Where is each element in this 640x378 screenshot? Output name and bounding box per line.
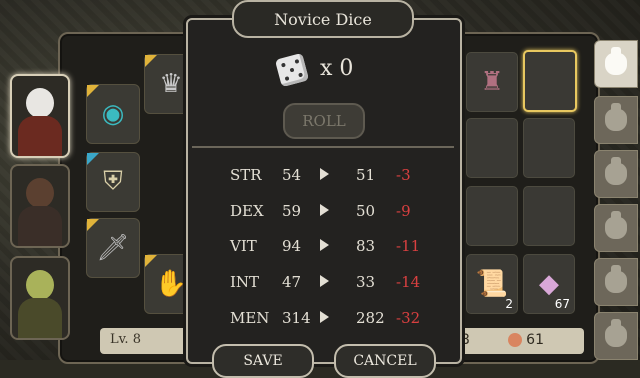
- crown-icon: ♛: [159, 69, 183, 99]
- arrow-right-icon: [320, 168, 329, 180]
- inventory-slot[interactable]: ♜: [466, 52, 518, 112]
- rarity-marker: [145, 55, 157, 67]
- arrow-right-icon: [320, 311, 329, 323]
- rarity-marker: [87, 219, 99, 231]
- stat-row-vit: VIT 94 83 -11: [200, 233, 450, 259]
- stat-old-value: 59: [282, 202, 302, 220]
- stat-diff: -32: [396, 309, 421, 327]
- inventory-slot[interactable]: [466, 118, 518, 178]
- bag-icon: [605, 211, 627, 239]
- bag-icon: [605, 47, 627, 75]
- hero-hair-icon: [26, 88, 54, 118]
- inventory-slot-selected[interactable]: [523, 50, 577, 112]
- hero-hair-icon: [26, 178, 54, 208]
- tab-bag-3[interactable]: [594, 150, 638, 198]
- stat-name: STR: [230, 166, 262, 184]
- coin-icon: [508, 333, 523, 347]
- stat-row-str: STR 54 51 -3: [200, 162, 450, 188]
- stat-name: VIT: [230, 237, 257, 255]
- stat-diff: -9: [396, 202, 411, 220]
- scroll-icon: 📜: [475, 269, 509, 299]
- stat-new-value: 282: [356, 309, 385, 327]
- arrow-right-icon: [320, 204, 329, 216]
- rarity-marker: [87, 85, 99, 97]
- inventory-slot-crystal[interactable]: ◆ 67: [523, 254, 575, 314]
- dice-count: x 0: [320, 56, 354, 81]
- stat-diff: -14: [396, 273, 421, 291]
- divider: [192, 146, 454, 148]
- dialog-title-bar: Novice Dice: [232, 0, 414, 38]
- character-portrait-1[interactable]: [10, 74, 70, 158]
- stat-name: DEX: [230, 202, 264, 220]
- stat-row-dex: DEX 59 50 -9: [200, 198, 450, 224]
- stat-name: INT: [230, 273, 260, 291]
- stat-new-value: 83: [356, 237, 376, 255]
- stat-old-value: 54: [282, 166, 302, 184]
- bag-icon: [605, 103, 627, 131]
- character-level: Lv. 8: [110, 332, 141, 347]
- equip-slot-weapon[interactable]: 🗡: [86, 218, 140, 278]
- stat-old-value: 314: [282, 309, 311, 327]
- currency-b: 61: [526, 332, 544, 348]
- sword-icon: 🗡: [96, 233, 130, 263]
- rarity-marker: [145, 255, 157, 267]
- arrow-right-icon: [320, 239, 329, 251]
- glove-icon: ✋: [154, 269, 188, 299]
- tab-bag-4[interactable]: [594, 204, 638, 252]
- crystal-icon: ◆: [539, 269, 559, 299]
- hero-hair-icon: [26, 270, 54, 300]
- stat-old-value: 47: [282, 273, 302, 291]
- item-count: 2: [505, 297, 513, 311]
- bag-icon: [605, 265, 627, 293]
- stat-new-value: 51: [356, 166, 376, 184]
- stat-name: MEN: [230, 309, 270, 327]
- tab-bag-2[interactable]: [594, 96, 638, 144]
- inventory-slot[interactable]: [523, 186, 575, 246]
- stat-old-value: 94: [282, 237, 302, 255]
- stat-diff: -3: [396, 166, 411, 184]
- inventory-slot-scroll[interactable]: 📜 2: [466, 254, 518, 314]
- hero-armor-icon: [18, 206, 62, 246]
- stat-new-value: 33: [356, 273, 376, 291]
- bag-icon: [605, 157, 627, 185]
- tab-quest[interactable]: [594, 312, 638, 360]
- equip-slot-armor[interactable]: ⛨: [86, 152, 140, 212]
- character-portrait-3[interactable]: [10, 256, 70, 340]
- armor-icon: ⛨: [103, 166, 123, 197]
- equip-slot-accessory[interactable]: ◉: [86, 84, 140, 144]
- dialog-title: Novice Dice: [274, 9, 372, 29]
- currency-b-display: 61: [508, 332, 544, 348]
- item-count: 67: [554, 297, 570, 311]
- armor-icon: ♜: [480, 67, 504, 97]
- hero-armor-icon: [18, 298, 62, 338]
- inventory-slot[interactable]: [466, 186, 518, 246]
- tab-bag-1[interactable]: [594, 40, 638, 88]
- tab-bag-5[interactable]: [594, 258, 638, 306]
- stat-row-int: INT 47 33 -14: [200, 269, 450, 295]
- bag-icon: [605, 319, 627, 347]
- inventory-slot[interactable]: [523, 118, 575, 178]
- cancel-button[interactable]: CANCEL: [334, 344, 436, 378]
- ring-icon: ◉: [101, 99, 125, 129]
- roll-button[interactable]: ROLL: [283, 103, 365, 139]
- stat-new-value: 50: [356, 202, 376, 220]
- stat-diff: -11: [396, 237, 421, 255]
- hero-cloak-icon: [18, 116, 62, 156]
- character-portrait-2[interactable]: [10, 164, 70, 248]
- stat-row-men: MEN 314 282 -32: [200, 305, 450, 331]
- save-button[interactable]: SAVE: [212, 344, 314, 378]
- arrow-right-icon: [320, 275, 329, 287]
- rarity-marker: [87, 153, 99, 165]
